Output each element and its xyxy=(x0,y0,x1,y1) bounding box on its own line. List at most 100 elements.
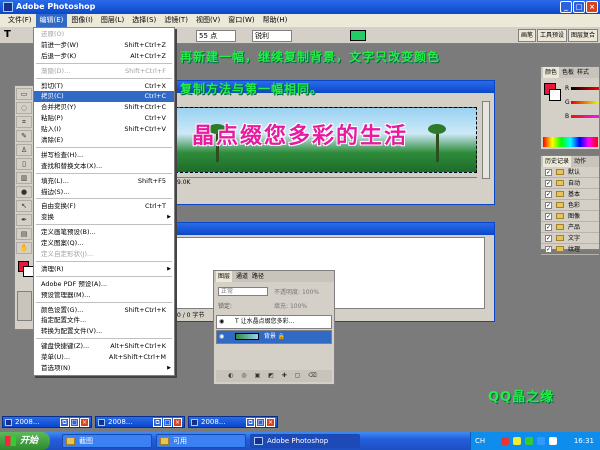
history-tab-1[interactable]: 动作 xyxy=(574,156,586,167)
brush-tool-icon[interactable]: ✎ xyxy=(16,130,32,142)
taskbar-item-screenshot[interactable]: 截图 xyxy=(62,434,152,448)
stamp-tool-icon[interactable]: ♙ xyxy=(16,144,32,156)
maximize-icon[interactable]: □ xyxy=(70,418,79,427)
menu-4[interactable]: 选择(S) xyxy=(128,14,160,27)
edit-menu-item[interactable]: Adobe PDF 预设(A)... xyxy=(34,279,174,290)
color-spectrum-ramp[interactable] xyxy=(543,137,598,147)
dodge-tool-icon[interactable]: ● xyxy=(16,186,32,198)
layer-row-text[interactable]: ◉ T 让水晶点缀您多彩... xyxy=(216,315,332,329)
edit-menu-item[interactable]: 预设管理器(M)... xyxy=(34,290,174,301)
edit-menu-item[interactable]: 后退一步(K) Alt+Ctrl+Z xyxy=(34,51,174,62)
edit-menu-item[interactable]: 转换为配置文件(V)... xyxy=(34,326,174,337)
edit-menu-item[interactable]: 定义图案(Q)... xyxy=(34,238,174,249)
edit-menu-item[interactable]: 自由变换(F) Ctrl+T xyxy=(34,201,174,212)
minimized-document-1[interactable]: 2008... ⧉ □ × xyxy=(2,416,92,428)
font-size-field[interactable]: 55 点 xyxy=(196,30,236,42)
color-tab-1[interactable]: 色板 xyxy=(562,67,574,78)
check-icon[interactable]: ✓ xyxy=(545,234,552,242)
action-set-row[interactable]: ✓ 基本 xyxy=(541,189,599,200)
notes-tool-icon[interactable]: ▤ xyxy=(16,228,32,240)
action-set-row[interactable]: ✓ 纹理 xyxy=(541,244,599,255)
edit-menu-item[interactable]: 前进一步(W) Shift+Ctrl+Z xyxy=(34,40,174,51)
action-set-row[interactable]: ✓ 默认 xyxy=(541,167,599,178)
edit-menu-item[interactable]: 拷贝(C) Ctrl+C xyxy=(34,91,174,103)
action-set-row[interactable]: ✓ 文字 xyxy=(541,233,599,244)
menu-1[interactable]: 编辑(E) xyxy=(35,14,68,27)
eraser-tool-icon[interactable]: ▯ xyxy=(16,158,32,170)
tray-app-icon[interactable] xyxy=(513,437,521,445)
text-color-swatch[interactable] xyxy=(350,30,366,41)
palette-well-tab-0[interactable]: 画笔 xyxy=(517,29,536,42)
edit-menu-item[interactable]: 填充(L)... Shift+F5 xyxy=(34,176,174,187)
hand-tool-icon[interactable]: ✋ xyxy=(16,242,32,254)
minimized-document-3[interactable]: 2008... ⧉ □ × xyxy=(188,416,278,428)
blend-mode-select[interactable]: 正常 xyxy=(218,287,268,296)
layers-palette-footer-buttons[interactable]: ◐ ◎ ▣ ◩ ✚ ▢ ⌫ xyxy=(216,370,332,382)
eye-icon[interactable]: ◉ xyxy=(219,334,227,340)
minimize-button[interactable]: _ xyxy=(560,1,572,13)
pen-tool-icon[interactable]: ✒ xyxy=(16,214,32,226)
lasso-tool-icon[interactable]: ◌ xyxy=(16,102,32,114)
close-icon[interactable]: × xyxy=(266,418,275,427)
document-2-title[interactable]: /8) xyxy=(151,223,494,235)
edit-menu-item[interactable]: 首选项(N) xyxy=(34,363,174,374)
action-set-row[interactable]: ✓ 图像 xyxy=(541,211,599,222)
layers-tab-0[interactable]: 图层 xyxy=(216,271,233,282)
document-1-canvas[interactable]: 晶点缀您多彩的生活 xyxy=(175,107,477,173)
menu-3[interactable]: 图层(L) xyxy=(97,14,128,27)
edit-menu-item[interactable]: 粘贴(P) Ctrl+V xyxy=(34,113,174,124)
menu-2[interactable]: 图像(I) xyxy=(67,14,97,27)
marquee-tool-icon[interactable]: ▭ xyxy=(16,88,32,100)
check-icon[interactable]: ✓ xyxy=(545,201,552,209)
tray-app-icon[interactable] xyxy=(501,437,509,445)
eye-icon[interactable]: ◉ xyxy=(219,319,227,325)
edit-menu-item[interactable]: 剪切(T) Ctrl+X xyxy=(34,81,174,92)
edit-menu-item[interactable]: 拼写检查(H)... xyxy=(34,150,174,161)
edit-menu-item[interactable]: 清除(E) xyxy=(34,135,174,146)
edit-menu-item[interactable]: 键盘快捷键(Z)... Alt+Shift+Ctrl+K xyxy=(34,341,174,352)
maximize-icon[interactable]: □ xyxy=(256,418,265,427)
edit-menu-item[interactable]: 清理(R) xyxy=(34,264,174,275)
maximize-icon[interactable]: □ xyxy=(163,418,172,427)
check-icon[interactable]: ✓ xyxy=(545,190,552,198)
restore-icon[interactable]: ⧉ xyxy=(246,418,255,427)
check-icon[interactable]: ✓ xyxy=(545,223,552,231)
document-1-scrollbar[interactable] xyxy=(482,101,490,179)
channel-r-slider[interactable] xyxy=(571,87,599,90)
taskbar-item-photoshop[interactable]: Adobe Photoshop xyxy=(250,434,360,448)
layer-row-background[interactable]: ◉ 背景 🔒 xyxy=(216,330,332,344)
volume-icon[interactable] xyxy=(549,437,557,445)
color-tab-0[interactable]: 颜色 xyxy=(543,67,560,78)
check-icon[interactable]: ✓ xyxy=(545,168,552,176)
tray-app-icon[interactable] xyxy=(537,437,545,445)
start-button[interactable]: 开始 xyxy=(0,432,50,450)
opacity-field[interactable]: 不透明度: 100% xyxy=(274,287,319,296)
check-icon[interactable]: ✓ xyxy=(545,179,552,187)
history-tab-0[interactable]: 历史记录 xyxy=(543,156,572,167)
crop-tool-icon[interactable]: ⌗ xyxy=(16,116,32,128)
layers-tab-2[interactable]: 路径 xyxy=(252,271,264,282)
type-tool-icon[interactable]: T xyxy=(4,29,11,40)
palette-background-swatch[interactable] xyxy=(549,89,561,101)
color-tab-2[interactable]: 样式 xyxy=(577,67,589,78)
action-set-row[interactable]: ✓ 自动 xyxy=(541,178,599,189)
palette-well-tab-1[interactable]: 工具预设 xyxy=(536,29,567,42)
menu-8[interactable]: 帮助(H) xyxy=(259,14,292,27)
minimized-document-2[interactable]: 2008... ⧉ □ × xyxy=(95,416,185,428)
action-set-row[interactable]: ✓ 产品 xyxy=(541,222,599,233)
edit-menu-item[interactable]: 贴入(I) Shift+Ctrl+V xyxy=(34,124,174,135)
check-icon[interactable]: ✓ xyxy=(545,245,552,253)
tray-app-icon[interactable] xyxy=(525,437,533,445)
restore-icon[interactable]: ⧉ xyxy=(153,418,162,427)
edit-menu-item[interactable]: 指定配置文件... xyxy=(34,315,174,326)
path-tool-icon[interactable]: ↖ xyxy=(16,200,32,212)
edit-menu-item[interactable]: 颜色设置(G)... Shift+Ctrl+K xyxy=(34,305,174,316)
layers-tab-1[interactable]: 通道 xyxy=(236,271,248,282)
taskbar-item-available[interactable]: 可用 xyxy=(156,434,246,448)
close-icon[interactable]: × xyxy=(173,418,182,427)
edit-menu-item[interactable]: 查找和替换文本(X)... xyxy=(34,161,174,172)
gradient-tool-icon[interactable]: ▥ xyxy=(16,172,32,184)
maximize-button[interactable]: □ xyxy=(573,1,585,13)
palette-well-tab-2[interactable]: 图层复合 xyxy=(567,29,598,42)
menu-7[interactable]: 窗口(W) xyxy=(224,14,258,27)
